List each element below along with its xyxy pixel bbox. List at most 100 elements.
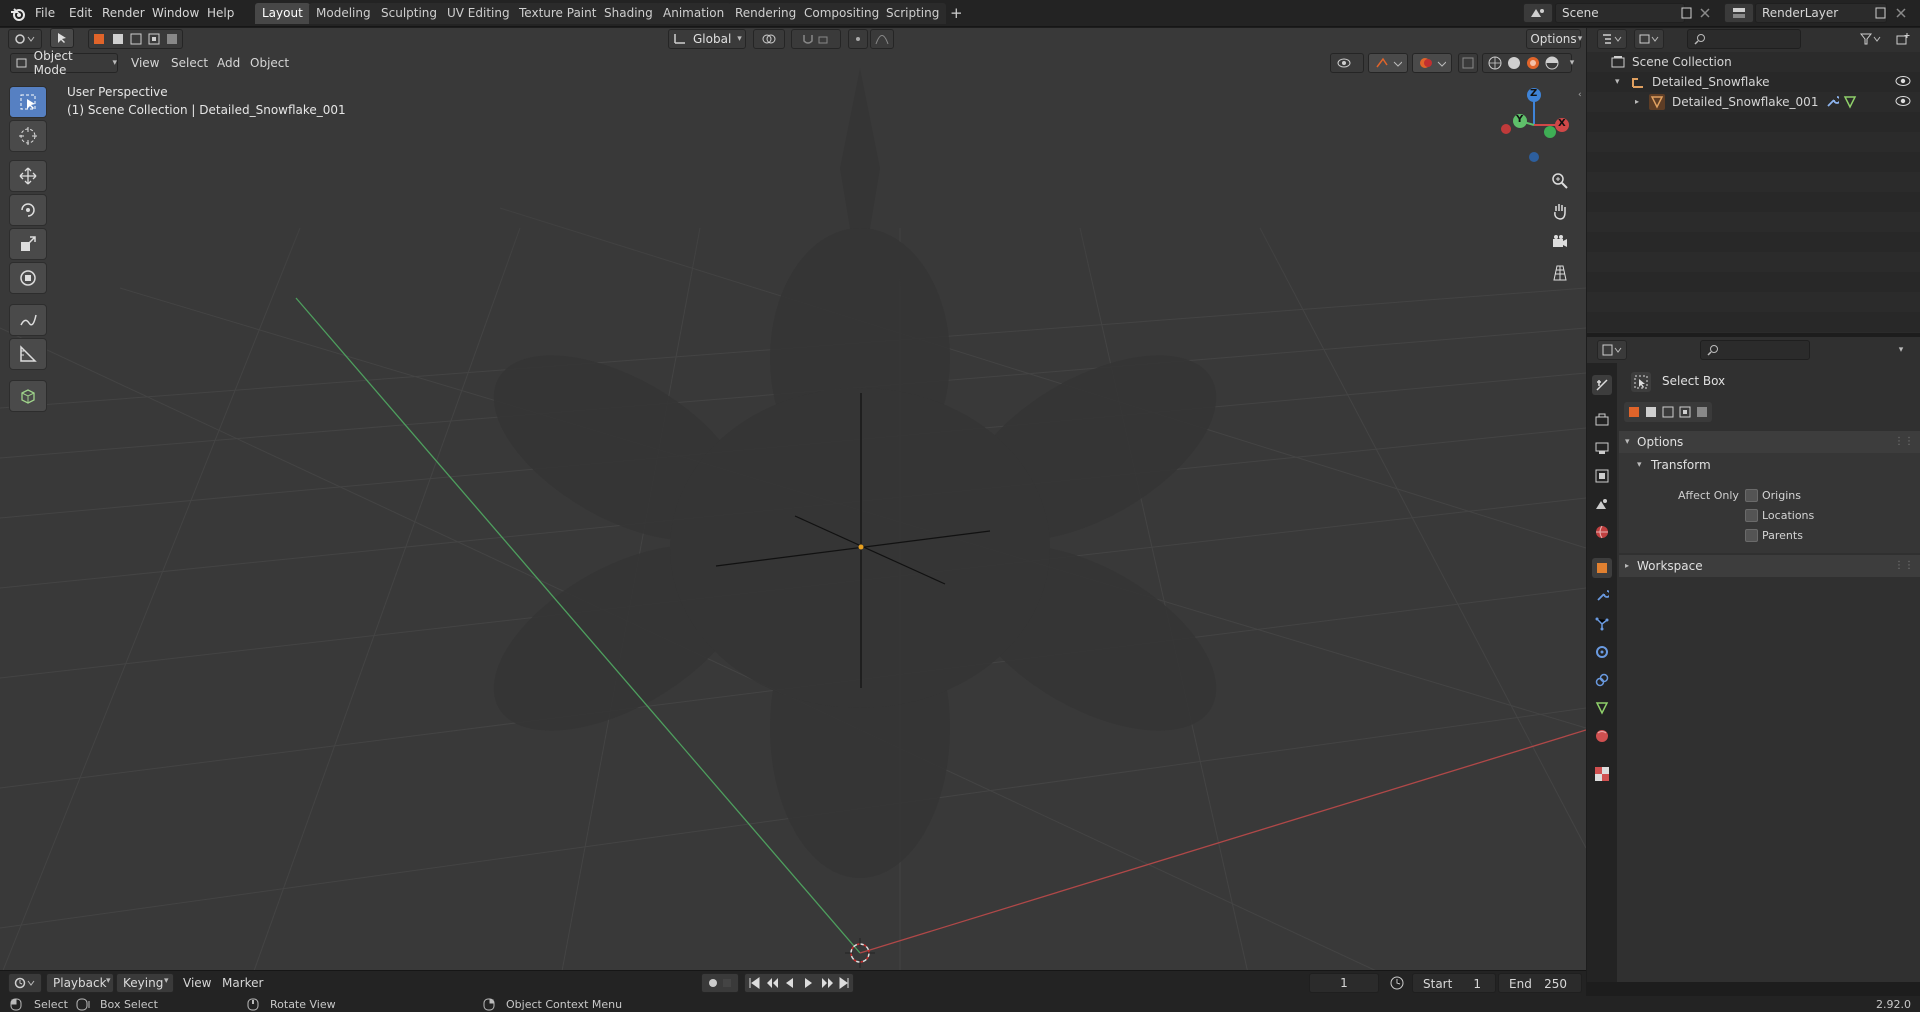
outliner-row-object[interactable]: ▸ Detailed_Snowflake_001 bbox=[1587, 92, 1920, 112]
preview-range-clock-icon[interactable] bbox=[1387, 974, 1407, 992]
playback-menu[interactable]: Playback bbox=[46, 973, 114, 993]
origins-checkbox[interactable] bbox=[1745, 489, 1758, 502]
view-layer-field[interactable]: RenderLayer bbox=[1755, 3, 1887, 23]
options-dropdown[interactable]: Options bbox=[1526, 29, 1581, 49]
particles-tab-icon[interactable] bbox=[1592, 614, 1612, 634]
transform-orientation-dropdown[interactable]: Global ▾ bbox=[668, 29, 746, 49]
current-frame-field[interactable]: 1 bbox=[1309, 973, 1379, 993]
mesh-data-icon[interactable] bbox=[1843, 95, 1857, 109]
tab-texture-paint[interactable]: Texture Paint bbox=[512, 3, 604, 24]
filter-icon[interactable] bbox=[1856, 30, 1886, 48]
selection-mode-group[interactable] bbox=[88, 29, 183, 49]
texture-tab-icon[interactable] bbox=[1592, 764, 1612, 784]
menu-file[interactable]: File bbox=[35, 4, 55, 23]
viewport-menu-view[interactable]: View bbox=[131, 53, 159, 73]
viewport-menu-object[interactable]: Object bbox=[250, 53, 289, 73]
move-tool[interactable] bbox=[9, 160, 47, 192]
gizmo-toggle-icon[interactable] bbox=[1368, 53, 1408, 73]
expand-arrow-icon[interactable]: ▾ bbox=[1615, 72, 1620, 92]
end-frame-field[interactable]: End 250 bbox=[1498, 973, 1582, 993]
viewport-menu-select[interactable]: Select bbox=[171, 53, 208, 73]
timeline-marker-menu[interactable]: Marker bbox=[222, 976, 263, 990]
playback-controls[interactable] bbox=[744, 973, 854, 993]
world-tab-icon[interactable] bbox=[1592, 522, 1612, 542]
locations-checkbox[interactable] bbox=[1745, 509, 1758, 522]
outliner-row-scene-collection[interactable]: Scene Collection bbox=[1587, 52, 1920, 72]
tab-modeling[interactable]: Modeling bbox=[309, 3, 378, 24]
tab-shading[interactable]: Shading bbox=[597, 3, 660, 24]
timeline-editor-type-icon[interactable] bbox=[8, 973, 42, 993]
chevron-down-icon[interactable]: ▾ bbox=[1565, 55, 1579, 71]
workspace-panel-header[interactable]: ▸ Workspace ⋮⋮ bbox=[1619, 555, 1920, 577]
3d-viewport[interactable] bbox=[0, 28, 1586, 982]
tab-compositing[interactable]: Compositing bbox=[797, 3, 887, 24]
select-box-tool[interactable] bbox=[9, 86, 47, 118]
scene-selector-icon[interactable] bbox=[1523, 3, 1553, 23]
select-tool-icon[interactable] bbox=[50, 28, 74, 48]
overlays-toggle-icon[interactable] bbox=[1412, 53, 1452, 73]
transform-tool[interactable] bbox=[9, 262, 47, 294]
pivot-point-icon[interactable] bbox=[753, 29, 785, 49]
blender-logo-icon[interactable] bbox=[8, 4, 28, 24]
falloff-icon[interactable] bbox=[870, 29, 894, 49]
render-tab-icon[interactable] bbox=[1592, 410, 1612, 430]
new-view-layer-icon[interactable] bbox=[1873, 4, 1889, 22]
outliner-editor-type-icon[interactable] bbox=[1597, 29, 1627, 49]
output-tab-icon[interactable] bbox=[1592, 438, 1612, 458]
snap-icon[interactable] bbox=[791, 29, 841, 49]
menu-edit[interactable]: Edit bbox=[69, 4, 92, 23]
view-layer-tab-icon[interactable] bbox=[1592, 466, 1612, 486]
eye-icon[interactable] bbox=[1895, 95, 1911, 107]
tab-scripting[interactable]: Scripting bbox=[879, 3, 947, 24]
sidebar-toggle-icon[interactable]: ‹ bbox=[1578, 90, 1582, 100]
add-cube-tool[interactable] bbox=[9, 380, 47, 412]
proportional-edit-icon[interactable] bbox=[848, 29, 868, 49]
camera-view-icon[interactable] bbox=[1545, 229, 1575, 255]
tab-uv-editing[interactable]: UV Editing bbox=[440, 3, 517, 24]
cursor-tool[interactable] bbox=[9, 120, 47, 152]
tool-tab-icon[interactable] bbox=[1592, 375, 1612, 395]
drag-handle-icon[interactable]: ⋮⋮ bbox=[1894, 431, 1914, 453]
outliner-search-input[interactable] bbox=[1687, 29, 1801, 49]
tab-rendering[interactable]: Rendering bbox=[728, 3, 804, 24]
start-frame-field[interactable]: Start 1 bbox=[1412, 973, 1496, 993]
modifier-wrench-icon[interactable] bbox=[1825, 95, 1839, 109]
outliner-row-collection[interactable]: ▾ Detailed_Snowflake bbox=[1587, 72, 1920, 92]
menu-help[interactable]: Help bbox=[207, 4, 234, 23]
material-tab-icon[interactable] bbox=[1592, 726, 1612, 746]
visibility-dropdown[interactable] bbox=[1330, 53, 1364, 73]
new-collection-icon[interactable] bbox=[1893, 30, 1913, 48]
scene-name-field[interactable]: Scene bbox=[1555, 3, 1685, 23]
data-tab-icon[interactable] bbox=[1592, 698, 1612, 718]
remove-view-layer-icon[interactable] bbox=[1893, 4, 1909, 22]
remove-scene-icon[interactable] bbox=[1697, 4, 1713, 22]
physics-tab-icon[interactable] bbox=[1592, 642, 1612, 662]
options-panel-header[interactable]: ▾ Options ⋮⋮ bbox=[1619, 431, 1920, 453]
measure-tool[interactable] bbox=[9, 338, 47, 370]
add-workspace-button[interactable]: + bbox=[943, 3, 970, 24]
tab-layout[interactable]: Layout bbox=[255, 3, 310, 24]
perspective-grid-icon[interactable] bbox=[1545, 260, 1575, 286]
viewport-menu-add[interactable]: Add bbox=[217, 53, 240, 73]
expand-arrow-icon[interactable]: ▾ bbox=[1637, 460, 1642, 470]
mode-selector[interactable]: Object Mode ▾ bbox=[10, 49, 118, 77]
menu-render[interactable]: Render bbox=[102, 4, 145, 23]
annotate-tool[interactable] bbox=[9, 304, 47, 336]
record-button[interactable] bbox=[701, 973, 739, 993]
scale-tool[interactable] bbox=[9, 228, 47, 260]
transform-subpanel-label[interactable]: Transform bbox=[1651, 458, 1711, 472]
properties-search-input[interactable] bbox=[1700, 340, 1810, 360]
timeline-view-menu[interactable]: View bbox=[183, 976, 211, 990]
drag-handle-icon[interactable]: ⋮⋮ bbox=[1894, 555, 1914, 577]
navigation-gizmo[interactable]: Z X Y bbox=[1490, 85, 1570, 165]
modifier-tab-icon[interactable] bbox=[1592, 586, 1612, 606]
display-mode-icon[interactable] bbox=[1634, 29, 1664, 49]
chevron-down-icon[interactable]: ▾ bbox=[1893, 341, 1909, 359]
expand-arrow-icon[interactable]: ▸ bbox=[1635, 92, 1639, 112]
pan-hand-icon[interactable] bbox=[1545, 198, 1575, 224]
shading-mode-group[interactable] bbox=[1482, 53, 1572, 73]
scene-tab-icon[interactable] bbox=[1592, 494, 1612, 514]
rotate-tool[interactable] bbox=[9, 194, 47, 226]
tool-mode-group[interactable] bbox=[1624, 402, 1712, 422]
zoom-icon[interactable] bbox=[1545, 168, 1575, 194]
